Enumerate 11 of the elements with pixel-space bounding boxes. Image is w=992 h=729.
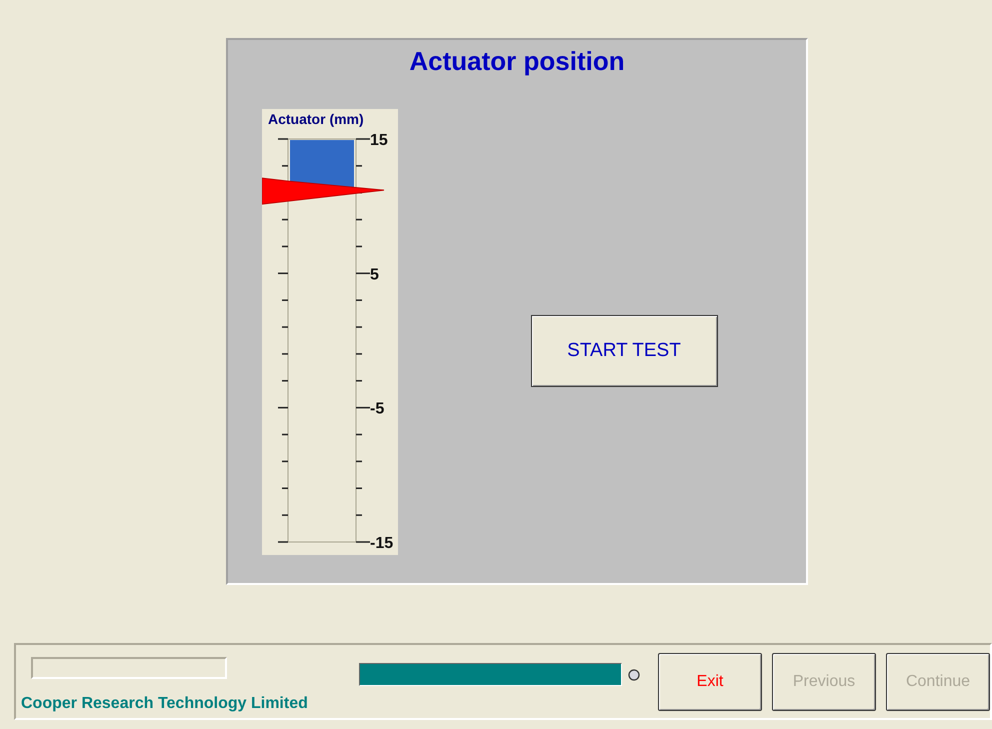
- exit-button[interactable]: Exit: [658, 653, 762, 711]
- panel-title: Actuator position: [409, 46, 625, 77]
- status-field[interactable]: [31, 657, 227, 679]
- start-test-button[interactable]: START TEST: [530, 315, 718, 387]
- status-indicator-icon: [628, 669, 640, 681]
- gauge-title: Actuator (mm): [267, 110, 364, 129]
- scale-label: -15: [370, 535, 394, 552]
- company-name: Cooper Research Technology Limited: [21, 695, 308, 713]
- scale-label: -5: [370, 400, 384, 418]
- scale-label: 15: [370, 133, 388, 149]
- scale-label: 5: [370, 266, 379, 284]
